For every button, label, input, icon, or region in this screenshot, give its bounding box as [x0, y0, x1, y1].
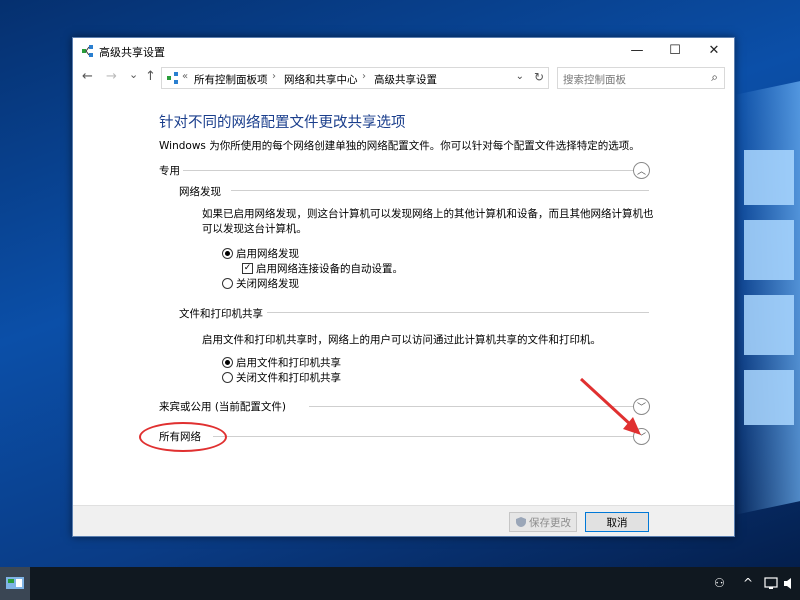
file-print-sharing-title: 文件和打印机共享: [179, 308, 263, 320]
page-title: 针对不同的网络配置文件更改共享选项: [159, 115, 406, 131]
collapse-private-icon[interactable]: ︿: [633, 162, 650, 179]
taskbar-app-button[interactable]: [0, 567, 30, 600]
desktop-light-beam: [735, 65, 800, 515]
subsection-divider: [267, 312, 649, 313]
network-discovery-title: 网络发现: [179, 186, 221, 198]
breadcrumb-separator-icon[interactable]: ›: [362, 71, 366, 82]
search-input[interactable]: 搜索控制面板 ⌕: [557, 67, 725, 89]
address-dropdown-icon[interactable]: ⌄: [516, 71, 524, 82]
volume-icon[interactable]: [783, 577, 797, 590]
tray-chevron-up-icon[interactable]: ^: [743, 576, 753, 590]
breadcrumb-separator-icon[interactable]: ›: [272, 71, 276, 82]
radio-selected-icon[interactable]: [222, 357, 233, 368]
refresh-icon[interactable]: ↻: [534, 70, 544, 84]
radio-disable-file-sharing[interactable]: 关闭文件和打印机共享: [222, 370, 341, 385]
file-print-sharing-text: 启用文件和打印机共享时，网络上的用户可以访问通过此计算机共享的文件和打印机。: [202, 334, 601, 346]
back-arrow-icon[interactable]: ←: [82, 69, 93, 84]
close-button[interactable]: ✕: [695, 38, 733, 62]
windows-logo-pane: [744, 220, 794, 280]
checkbox-checked-icon[interactable]: ✓: [242, 263, 253, 274]
advanced-sharing-window: 高级共享设置 — ☐ ✕ ← → ⌄ ↑ « 所有控制面板项 › 网络和共享中心…: [72, 37, 735, 537]
section-private-label[interactable]: 专用: [159, 163, 180, 178]
control-panel-app-icon: [6, 576, 24, 589]
taskbar: ⚇ ^: [0, 567, 800, 600]
shield-icon: [516, 517, 526, 527]
save-changes-button[interactable]: 保存更改: [509, 512, 577, 532]
radio-enable-file-sharing-label: 启用文件和打印机共享: [236, 357, 341, 369]
navigation-bar: ← → ⌄ ↑ « 所有控制面板项 › 网络和共享中心 › 高级共享设置 ⌄ ↻…: [73, 64, 734, 92]
breadcrumb-all-control-panel[interactable]: 所有控制面板项: [194, 72, 268, 87]
title-bar[interactable]: 高级共享设置 — ☐ ✕: [73, 38, 734, 64]
minimize-button[interactable]: —: [618, 38, 656, 62]
footer-bar: 保存更改 取消: [73, 505, 734, 536]
search-placeholder: 搜索控制面板: [563, 74, 626, 86]
network-sharing-icon: [167, 72, 178, 84]
section-divider: [213, 436, 633, 437]
subsection-divider: [231, 190, 649, 191]
forward-arrow-icon[interactable]: →: [106, 69, 117, 84]
windows-logo-pane: [744, 150, 794, 205]
radio-selected-icon[interactable]: [222, 248, 233, 259]
radio-disable-file-sharing-label: 关闭文件和打印机共享: [236, 372, 341, 384]
checkbox-auto-setup[interactable]: ✓ 启用网络连接设备的自动设置。: [242, 261, 403, 276]
section-guest-public-label[interactable]: 来宾或公用 (当前配置文件): [159, 399, 286, 414]
breadcrumb-network-center[interactable]: 网络和共享中心: [284, 72, 358, 87]
radio-disable-discovery-label: 关闭网络发现: [236, 278, 299, 290]
search-icon[interactable]: ⌕: [711, 70, 718, 85]
address-overflow-icon[interactable]: «: [182, 71, 188, 82]
maximize-button[interactable]: ☐: [656, 38, 694, 62]
recent-locations-icon[interactable]: ⌄: [129, 68, 138, 81]
page-description: Windows 为你所使用的每个网络创建单独的网络配置文件。你可以针对每个配置文…: [159, 140, 640, 152]
annotation-arrow-icon: [579, 377, 641, 435]
window-title: 高级共享设置: [99, 46, 165, 59]
radio-unselected-icon[interactable]: [222, 278, 233, 289]
network-discovery-text-line: 如果已启用网络发现，则这台计算机可以发现网络上的其他计算机和设备，而且其他网络计…: [202, 208, 654, 220]
radio-enable-discovery-label: 启用网络发现: [236, 248, 299, 260]
network-sharing-icon: [82, 45, 93, 57]
checkbox-auto-setup-label: 启用网络连接设备的自动设置。: [256, 263, 403, 275]
annotation-highlight-oval: [139, 422, 227, 452]
radio-enable-file-sharing[interactable]: 启用文件和打印机共享: [222, 355, 341, 370]
breadcrumb-advanced-sharing[interactable]: 高级共享设置: [374, 72, 437, 87]
up-arrow-icon[interactable]: ↑: [145, 69, 156, 84]
radio-disable-discovery[interactable]: 关闭网络发现: [222, 276, 299, 291]
people-icon[interactable]: ⚇: [714, 576, 725, 590]
cancel-button[interactable]: 取消: [585, 512, 649, 532]
network-icon[interactable]: [764, 577, 780, 590]
windows-logo-pane: [744, 370, 794, 425]
save-changes-label: 保存更改: [529, 516, 571, 529]
network-discovery-text: 如果已启用网络发现，则这台计算机可以发现网络上的其他计算机和设备，而且其他网络计…: [202, 207, 682, 237]
address-bar[interactable]: « 所有控制面板项 › 网络和共享中心 › 高级共享设置 ⌄ ↻: [161, 67, 549, 89]
network-discovery-text-line: 可以发现这台计算机。: [202, 223, 307, 235]
section-divider: [183, 170, 633, 171]
radio-unselected-icon[interactable]: [222, 372, 233, 383]
windows-logo-pane: [744, 295, 794, 355]
radio-enable-discovery[interactable]: 启用网络发现: [222, 246, 299, 261]
